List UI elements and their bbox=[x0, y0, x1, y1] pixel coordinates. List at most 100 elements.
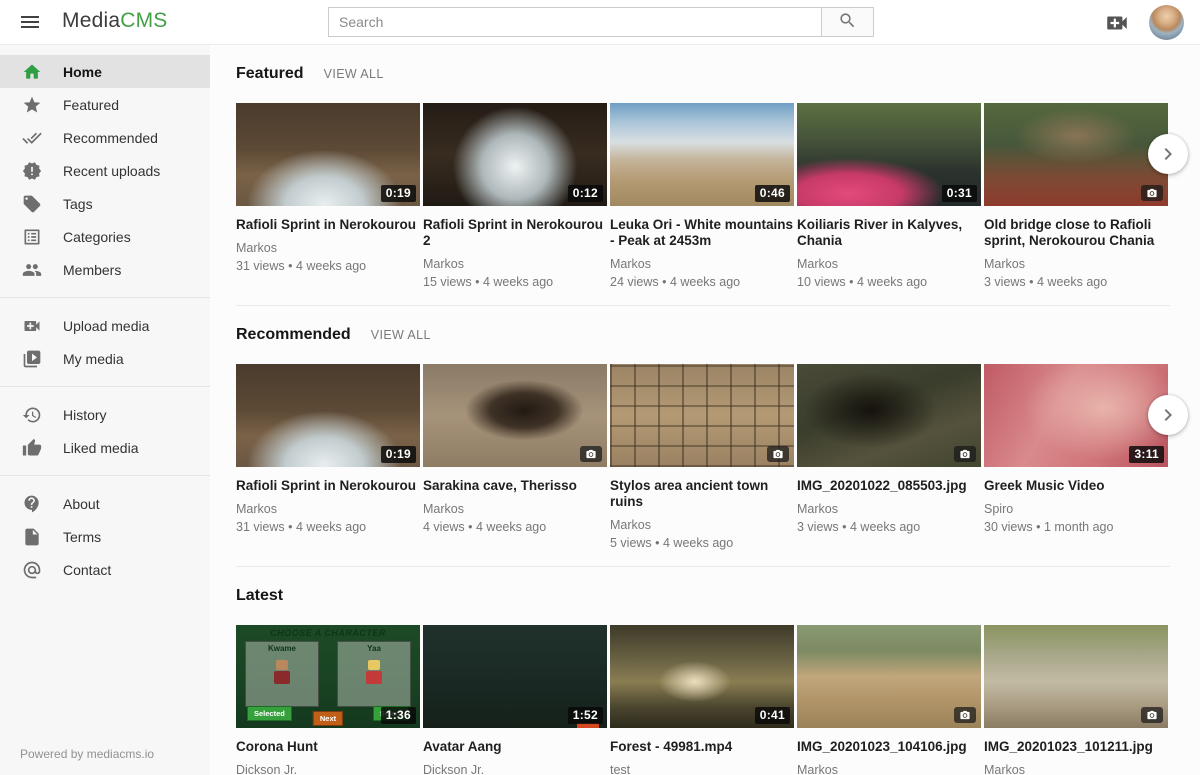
carousel-next-button[interactable] bbox=[1148, 134, 1188, 174]
media-card[interactable]: CHOOSE A CHARACTER Kwame Yaa Selected Ne… bbox=[236, 625, 420, 775]
media-title[interactable]: Old bridge close to Rafioli sprint, Nero… bbox=[984, 217, 1168, 249]
sidebar-item-featured[interactable]: Featured bbox=[0, 88, 210, 121]
media-card[interactable]: Old bridge close to Rafioli sprint, Nero… bbox=[984, 103, 1168, 289]
video-thumbnail[interactable]: 0:31 bbox=[797, 103, 981, 206]
media-author[interactable]: Dickson Jr. bbox=[423, 763, 607, 775]
photo-badge bbox=[767, 446, 789, 462]
mediacms-logo[interactable]: MediaCMS bbox=[62, 9, 167, 33]
photo-thumbnail[interactable] bbox=[797, 625, 981, 728]
chevron-right-icon bbox=[1156, 142, 1180, 166]
video-thumbnail[interactable]: 0:12 bbox=[423, 103, 607, 206]
upload-media-icon[interactable] bbox=[1104, 10, 1130, 36]
media-title[interactable]: Rafioli Sprint in Nerokourou bbox=[236, 478, 420, 494]
media-title[interactable]: Rafioli Sprint in Nerokourou 2 bbox=[423, 217, 607, 249]
photo-thumbnail[interactable] bbox=[797, 364, 981, 467]
media-card[interactable]: 0:31 Koiliaris River in Kalyves, Chania … bbox=[797, 103, 981, 289]
view-all-link[interactable]: VIEW ALL bbox=[324, 67, 384, 81]
media-title[interactable]: Leuka Ori - White mountains - Peak at 24… bbox=[610, 217, 794, 249]
media-author[interactable]: Markos bbox=[797, 502, 981, 516]
media-title[interactable]: Greek Music Video bbox=[984, 478, 1168, 494]
sidebar-item-contact[interactable]: Contact bbox=[0, 553, 210, 586]
media-author[interactable]: Markos bbox=[236, 502, 420, 516]
media-author[interactable]: Markos bbox=[610, 257, 794, 271]
duration-badge: 1:36 bbox=[381, 707, 416, 724]
sidebar-item-tags[interactable]: Tags bbox=[0, 187, 210, 220]
media-card[interactable]: 0:41 Forest - 49981.mp4 test 17 views • … bbox=[610, 625, 794, 775]
sidebar-item-categories[interactable]: Categories bbox=[0, 220, 210, 253]
media-author[interactable]: Markos bbox=[984, 257, 1168, 271]
search-button[interactable] bbox=[821, 7, 874, 37]
sidebar-item-label: Recommended bbox=[63, 130, 158, 146]
media-card[interactable]: 3:11 Greek Music Video Spiro 30 views • … bbox=[984, 364, 1168, 550]
search-input[interactable] bbox=[328, 7, 822, 37]
sidebar-divider bbox=[0, 475, 210, 476]
media-title[interactable]: IMG_20201022_085503.jpg bbox=[797, 478, 981, 494]
photo-badge bbox=[1141, 707, 1163, 723]
video-thumbnail[interactable]: 3:11 bbox=[984, 364, 1168, 467]
section-recommended: Recommended VIEW ALL 0:19 Rafioli Sprint… bbox=[236, 306, 1170, 567]
user-avatar[interactable] bbox=[1149, 5, 1184, 40]
media-title[interactable]: Avatar Aang bbox=[423, 739, 607, 755]
media-author[interactable]: test bbox=[610, 763, 794, 775]
photo-thumbnail[interactable] bbox=[984, 103, 1168, 206]
media-title[interactable]: IMG_20201023_104106.jpg bbox=[797, 739, 981, 755]
hamburger-menu-icon[interactable] bbox=[18, 10, 42, 34]
logo-text-media: Media bbox=[62, 9, 120, 32]
video-thumbnail[interactable]: 1:52 bbox=[423, 625, 607, 728]
media-card[interactable]: 0:19 Rafioli Sprint in Nerokourou Markos… bbox=[236, 103, 420, 289]
search-icon bbox=[838, 11, 857, 33]
photo-thumbnail[interactable] bbox=[984, 625, 1168, 728]
carousel-next-button[interactable] bbox=[1148, 395, 1188, 435]
sidebar-item-recommended[interactable]: Recommended bbox=[0, 121, 210, 154]
media-title[interactable]: IMG_20201023_101211.jpg bbox=[984, 739, 1168, 755]
media-title[interactable]: Koiliaris River in Kalyves, Chania bbox=[797, 217, 981, 249]
media-author[interactable]: Markos bbox=[797, 257, 981, 271]
view-all-link[interactable]: VIEW ALL bbox=[371, 328, 431, 342]
video-thumbnail[interactable]: 0:41 bbox=[610, 625, 794, 728]
media-author[interactable]: Markos bbox=[797, 763, 981, 775]
camera-icon bbox=[772, 449, 784, 460]
sidebar-item-upload-media[interactable]: Upload media bbox=[0, 309, 210, 342]
sidebar-item-terms[interactable]: Terms bbox=[0, 520, 210, 553]
sidebar-item-my-media[interactable]: My media bbox=[0, 342, 210, 375]
media-row: 0:19 Rafioli Sprint in Nerokourou Markos… bbox=[236, 364, 1170, 550]
sidebar-item-label: Tags bbox=[63, 196, 93, 212]
media-author[interactable]: Dickson Jr. bbox=[236, 763, 420, 775]
sidebar-item-home[interactable]: Home bbox=[0, 55, 210, 88]
character-box-right: Yaa bbox=[337, 641, 411, 707]
media-author[interactable]: Markos bbox=[423, 502, 607, 516]
media-card[interactable]: IMG_20201022_085503.jpg Markos 3 views •… bbox=[797, 364, 981, 550]
sidebar-item-history[interactable]: History bbox=[0, 398, 210, 431]
media-card[interactable]: 0:12 Rafioli Sprint in Nerokourou 2 Mark… bbox=[423, 103, 607, 289]
video-thumbnail[interactable]: 0:46 bbox=[610, 103, 794, 206]
media-author[interactable]: Markos bbox=[236, 241, 420, 255]
video-thumbnail[interactable]: 0:19 bbox=[236, 364, 420, 467]
photo-thumbnail[interactable] bbox=[423, 364, 607, 467]
media-author[interactable]: Markos bbox=[610, 518, 794, 532]
media-title[interactable]: Sarakina cave, Therisso bbox=[423, 478, 607, 494]
video-thumbnail[interactable]: CHOOSE A CHARACTER Kwame Yaa Selected Ne… bbox=[236, 625, 420, 728]
media-card[interactable]: Sarakina cave, Therisso Markos 4 views •… bbox=[423, 364, 607, 550]
camera-icon bbox=[959, 449, 971, 460]
media-author[interactable]: Markos bbox=[423, 257, 607, 271]
sidebar-item-recent-uploads[interactable]: Recent uploads bbox=[0, 154, 210, 187]
media-author[interactable]: Spiro bbox=[984, 502, 1168, 516]
media-card[interactable]: 0:19 Rafioli Sprint in Nerokourou Markos… bbox=[236, 364, 420, 550]
media-title[interactable]: Rafioli Sprint in Nerokourou bbox=[236, 217, 420, 233]
video-thumbnail[interactable]: 0:19 bbox=[236, 103, 420, 206]
photo-thumbnail[interactable] bbox=[610, 364, 794, 467]
media-card[interactable]: 0:46 Leuka Ori - White mountains - Peak … bbox=[610, 103, 794, 289]
section-featured: Featured VIEW ALL 0:19 Rafioli Sprint in… bbox=[236, 45, 1170, 306]
media-title[interactable]: Stylos area ancient town ruins bbox=[610, 478, 794, 510]
sidebar-item-about[interactable]: About bbox=[0, 487, 210, 520]
character-box-left: Kwame bbox=[245, 641, 319, 707]
media-author[interactable]: Markos bbox=[984, 763, 1168, 775]
media-title[interactable]: Corona Hunt bbox=[236, 739, 420, 755]
media-title[interactable]: Forest - 49981.mp4 bbox=[610, 739, 794, 755]
sidebar-item-members[interactable]: Members bbox=[0, 253, 210, 286]
media-card[interactable]: IMG_20201023_101211.jpg Markos 4 views •… bbox=[984, 625, 1168, 775]
sidebar-item-liked-media[interactable]: Liked media bbox=[0, 431, 210, 464]
media-card[interactable]: 1:52 Avatar Aang Dickson Jr. 12 views • … bbox=[423, 625, 607, 775]
media-card[interactable]: Stylos area ancient town ruins Markos 5 … bbox=[610, 364, 794, 550]
media-card[interactable]: IMG_20201023_104106.jpg Markos 4 views •… bbox=[797, 625, 981, 775]
